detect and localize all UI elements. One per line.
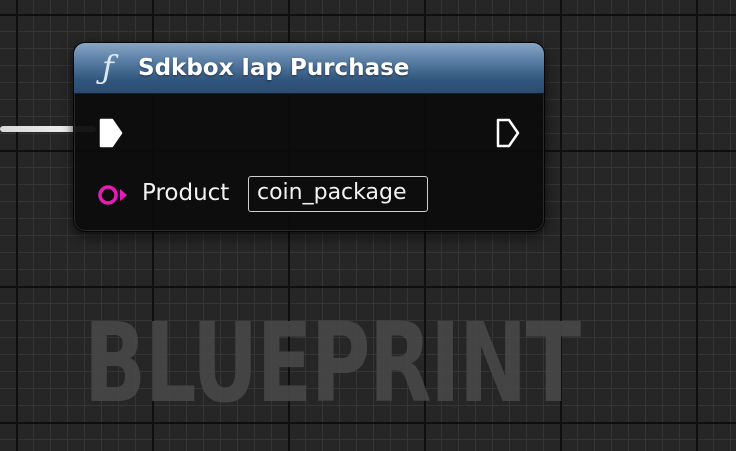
blueprint-watermark: BLUEPRINT (84, 299, 581, 427)
function-icon: ƒ (102, 48, 114, 86)
product-value-input[interactable]: coin_package (248, 176, 428, 212)
node-title: Sdkbox Iap Purchase (138, 55, 410, 81)
sdkbox-iap-purchase-node[interactable]: ƒ Sdkbox Iap Purchase Product coin_packa… (73, 42, 545, 232)
node-header[interactable]: ƒ Sdkbox Iap Purchase (74, 43, 544, 94)
exec-output-pin-icon[interactable] (495, 117, 521, 149)
string-pin-icon[interactable] (96, 183, 132, 207)
exec-input-pin-icon[interactable] (98, 117, 124, 149)
product-pin-label: Product (142, 180, 230, 206)
blueprint-graph-canvas[interactable]: BLUEPRINT ƒ Sdkbox Iap Purchase Product … (0, 0, 736, 451)
